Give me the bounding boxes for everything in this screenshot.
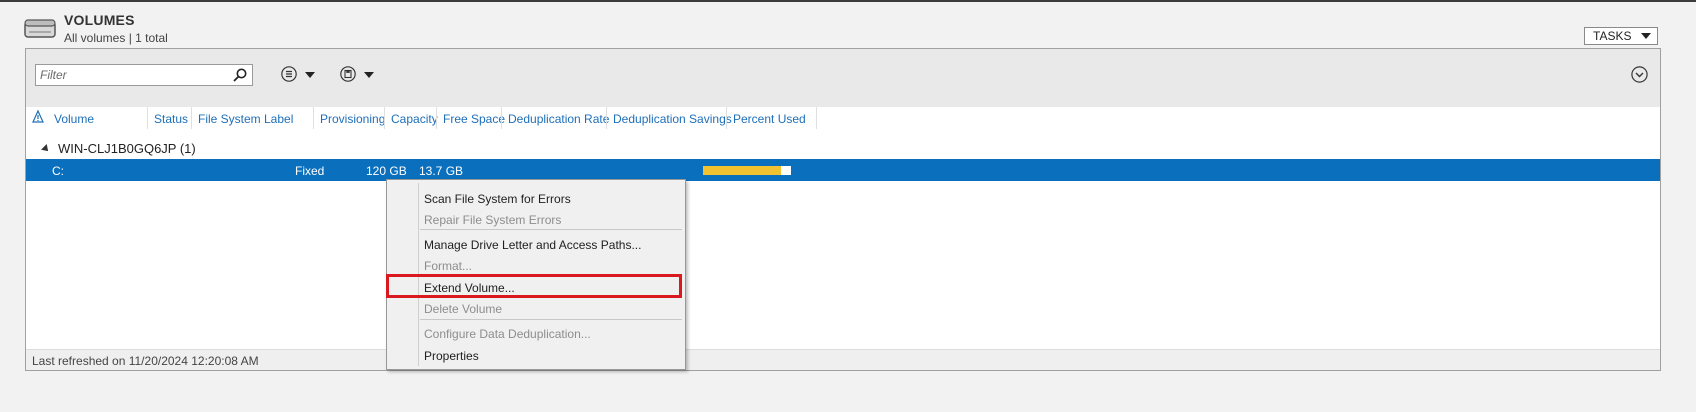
menu-item-properties[interactable]: Properties	[424, 349, 479, 363]
table-row[interactable]: C: Fixed 120 GB 13.7 GB	[26, 159, 1660, 181]
chevron-down-icon	[1641, 33, 1651, 39]
column-provisioning[interactable]: Provisioning	[320, 112, 385, 126]
column-divider[interactable]	[191, 107, 192, 129]
menu-separator	[420, 319, 682, 320]
page-subtitle: All volumes | 1 total	[64, 31, 168, 45]
tasks-button[interactable]: TASKS	[1584, 27, 1658, 45]
column-deduplication-rate[interactable]: Deduplication Rate	[508, 112, 609, 126]
column-divider[interactable]	[384, 107, 385, 129]
server-group-header[interactable]: WIN-CLJ1B0GQ6JP (1)	[41, 141, 196, 156]
menu-item-repair-file-system[interactable]: Repair File System Errors	[424, 213, 561, 227]
menu-item-manage-drive-letter[interactable]: Manage Drive Letter and Access Paths...	[424, 238, 641, 252]
tasks-label: TASKS	[1593, 29, 1632, 43]
extend-volume-highlight-box	[386, 274, 682, 298]
column-divider[interactable]	[606, 107, 607, 129]
chevron-down-icon	[305, 72, 315, 78]
last-refreshed-text: Last refreshed on 11/20/2024 12:20:08 AM	[32, 354, 259, 368]
cell-provisioning: Fixed	[295, 164, 325, 178]
expand-icon[interactable]	[1631, 66, 1648, 83]
window-top-border	[0, 0, 1696, 2]
column-percent-used[interactable]: Percent Used	[733, 112, 806, 126]
volumes-panel: Filter Volume Status File System Label P…	[25, 48, 1661, 371]
column-free-space[interactable]: Free Space	[443, 112, 505, 126]
menu-separator	[420, 229, 682, 230]
column-deduplication-savings[interactable]: Deduplication Savings	[613, 112, 732, 126]
save-view-icon	[340, 66, 356, 82]
percent-used-bar	[703, 166, 791, 175]
menu-item-scan-file-system[interactable]: Scan File System for Errors	[424, 192, 571, 206]
menu-item-delete-volume[interactable]: Delete Volume	[424, 302, 502, 316]
filter-input[interactable]: Filter	[35, 64, 253, 86]
column-divider[interactable]	[313, 107, 314, 129]
filter-placeholder: Filter	[40, 68, 67, 82]
menu-item-format[interactable]: Format...	[424, 259, 472, 273]
cell-free-space: 13.7 GB	[419, 164, 464, 178]
save-view-button[interactable]	[340, 66, 382, 86]
column-divider[interactable]	[726, 107, 727, 129]
column-divider[interactable]	[436, 107, 437, 129]
column-divider[interactable]	[147, 107, 148, 129]
warning-icon[interactable]	[32, 109, 44, 125]
column-capacity[interactable]: Capacity	[391, 112, 438, 126]
page-title: VOLUMES	[64, 12, 135, 28]
cell-capacity: 120 GB	[366, 164, 407, 178]
collapse-triangle-icon[interactable]	[41, 144, 51, 154]
drive-icon	[24, 19, 56, 38]
column-file-system-label[interactable]: File System Label	[198, 112, 293, 126]
list-view-button[interactable]	[281, 66, 323, 86]
column-divider[interactable]	[501, 107, 502, 129]
column-status[interactable]: Status	[154, 112, 188, 126]
chevron-down-icon	[364, 72, 374, 78]
column-volume[interactable]: Volume	[54, 112, 94, 126]
list-view-icon	[281, 66, 297, 82]
column-divider[interactable]	[816, 107, 817, 129]
server-group-label: WIN-CLJ1B0GQ6JP (1)	[58, 141, 196, 156]
search-icon[interactable]	[232, 67, 248, 83]
status-bar: Last refreshed on 11/20/2024 12:20:08 AM	[26, 349, 1660, 370]
percent-used-fill	[703, 166, 781, 175]
cell-volume: C:	[52, 164, 64, 178]
menu-item-configure-deduplication[interactable]: Configure Data Deduplication...	[424, 327, 591, 341]
toolbar: Filter	[26, 49, 1660, 108]
column-header-row: Volume Status File System Label Provisio…	[26, 107, 1660, 131]
